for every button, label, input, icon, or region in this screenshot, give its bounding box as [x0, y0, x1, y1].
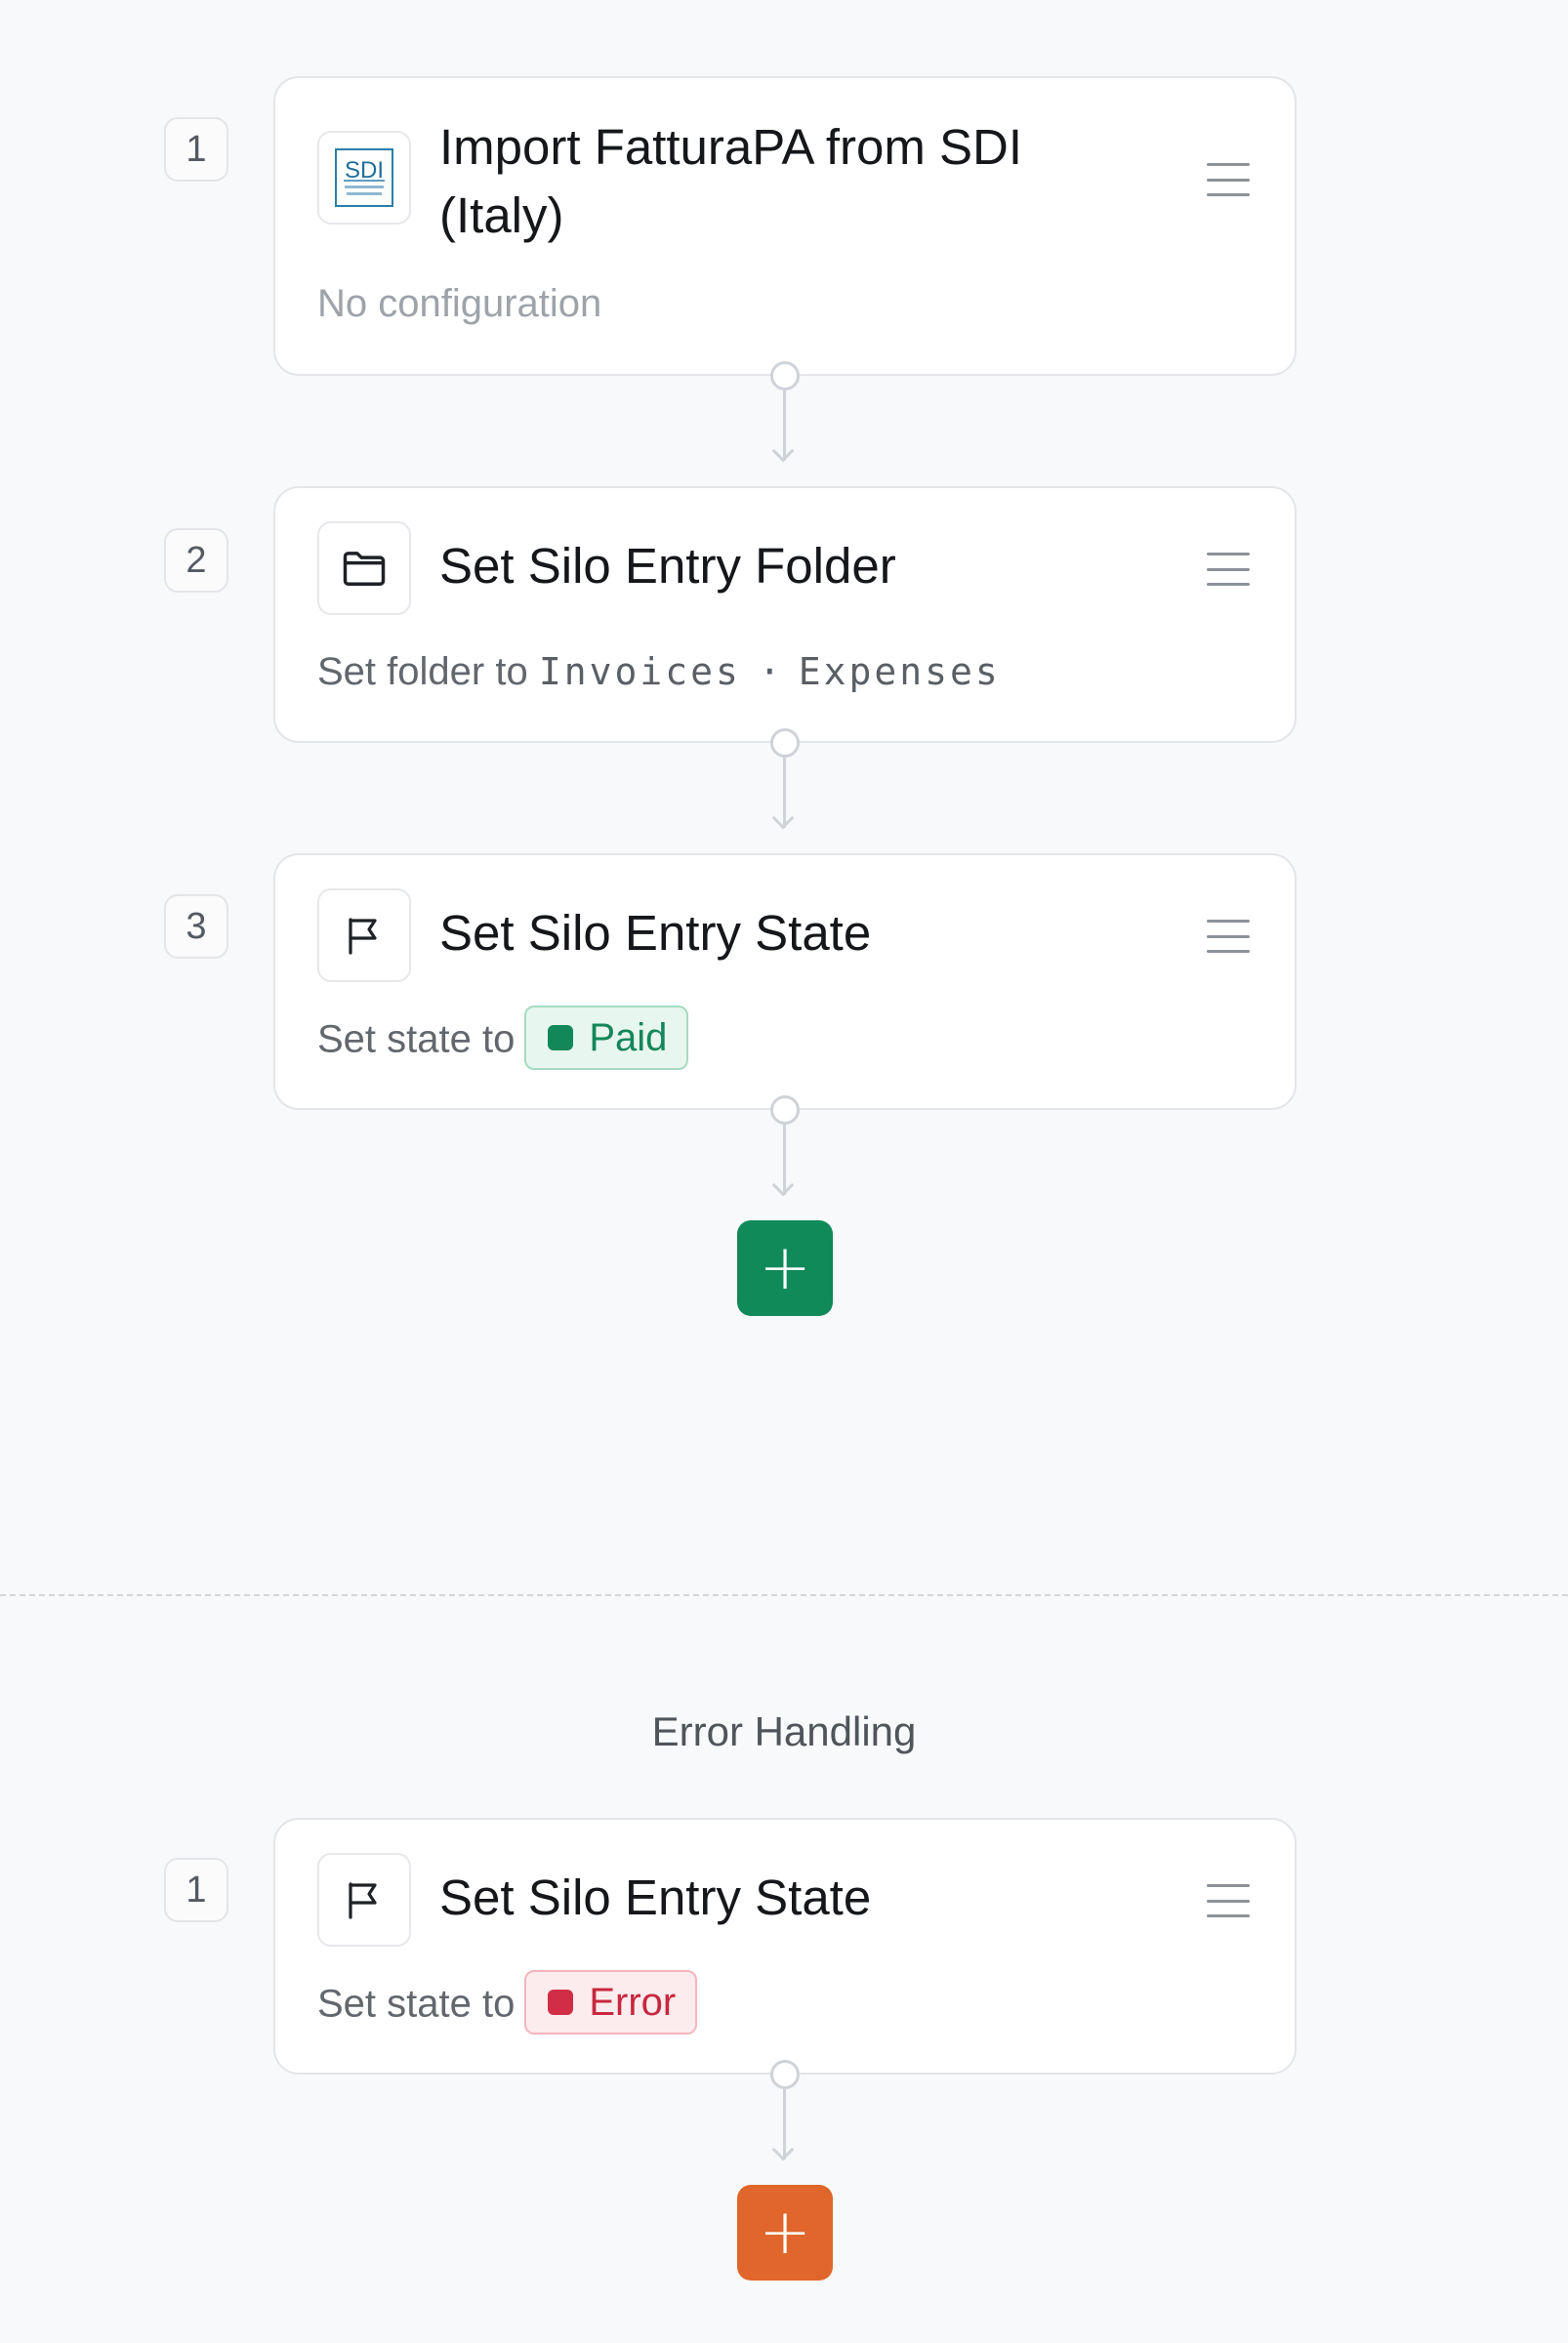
- step-title: Import FatturaPA from SDI (Italy): [439, 113, 1022, 250]
- section-divider: [0, 1594, 1568, 1596]
- plus-icon: +: [759, 1232, 811, 1304]
- drag-handle-icon[interactable]: [1207, 553, 1250, 586]
- plus-icon: +: [759, 2197, 811, 2269]
- step-description: Set state to Paid: [317, 1006, 689, 1074]
- drag-handle-icon[interactable]: [1207, 920, 1250, 953]
- state-color-dot: [548, 1990, 574, 2015]
- step-number: 3: [164, 894, 228, 959]
- description-prefix: Set state to: [317, 1017, 516, 1061]
- folder-path-segment: Expenses: [798, 650, 1001, 693]
- step-card[interactable]: Set Silo Entry Folder Set folder to Invo…: [273, 486, 1297, 743]
- step-card[interactable]: Set Silo Entry State Set state to Error: [273, 1818, 1297, 2075]
- drag-handle-icon[interactable]: [1207, 163, 1250, 196]
- error-handling-title: Error Handling: [651, 1708, 917, 1754]
- step-description: No configuration: [317, 282, 602, 325]
- folder-icon: [317, 521, 411, 615]
- step-description: Set folder to Invoices · Expenses: [317, 650, 1001, 694]
- flag-icon: [317, 1853, 411, 1947]
- step-card[interactable]: SDI Import FatturaPA from SDI (Italy) No…: [273, 76, 1297, 376]
- connector-3-add: [770, 1095, 800, 1201]
- step-number: 2: [164, 528, 228, 593]
- state-badge-error: Error: [524, 1970, 698, 2035]
- add-step-button[interactable]: +: [737, 1220, 833, 1316]
- step-number: 1: [164, 1858, 228, 1922]
- state-label: Paid: [589, 1015, 668, 1059]
- step-title-line-1: Import FatturaPA from SDI: [439, 119, 1023, 175]
- drag-handle-icon[interactable]: [1207, 1884, 1250, 1917]
- add-error-step-button[interactable]: +: [737, 2185, 833, 2281]
- step-card[interactable]: Set Silo Entry State Set state to Paid: [273, 853, 1297, 1110]
- step-title: Set Silo Entry State: [439, 1870, 872, 1925]
- sdi-logo-icon: SDI: [317, 131, 411, 225]
- step-title-line-2: (Italy): [439, 187, 564, 243]
- state-color-dot: [548, 1025, 574, 1050]
- connector-2-3: [770, 728, 800, 834]
- folder-path-segment: Invoices: [538, 650, 741, 693]
- description-prefix: Set state to: [317, 1982, 516, 2026]
- state-label: Error: [589, 1980, 677, 2024]
- connector-1-2: [770, 361, 800, 467]
- step-title: Set Silo Entry State: [439, 905, 872, 961]
- step-number: 1: [164, 117, 228, 182]
- step-description: Set state to Error: [317, 1970, 698, 2038]
- connector-error-add: [770, 2060, 800, 2165]
- folder-path-separator: ·: [758, 650, 781, 693]
- flag-icon: [317, 888, 411, 982]
- step-title: Set Silo Entry Folder: [439, 538, 896, 594]
- description-prefix: Set folder to: [317, 650, 528, 693]
- sdi-logo-text: SDI: [345, 157, 384, 184]
- state-badge-paid: Paid: [524, 1006, 689, 1070]
